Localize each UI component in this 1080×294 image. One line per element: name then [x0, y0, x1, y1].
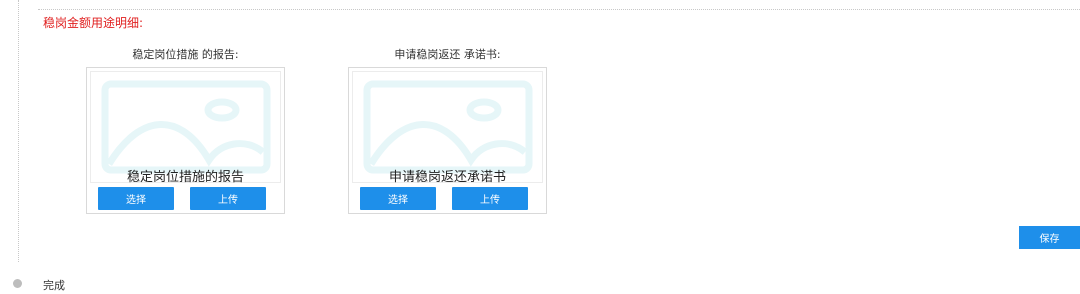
card-label-report: 稳定岗位措施 的报告:: [132, 48, 239, 61]
card-label-commitment: 申请稳岗返还 承诺书:: [394, 48, 501, 61]
section-title: 稳岗金额用途明细:: [43, 16, 144, 30]
timeline-line: [18, 0, 19, 262]
save-button[interactable]: 保存: [1019, 226, 1080, 249]
upload-button[interactable]: 上传: [452, 187, 528, 210]
section-divider: [38, 9, 1080, 10]
upload-card-commitment: 申请稳岗返还承诺书 选择 上传: [348, 67, 547, 214]
card-caption: 稳定岗位措施的报告: [126, 170, 244, 185]
timeline-step-label: 完成: [43, 279, 65, 292]
upload-card-report: 稳定岗位措施的报告 选择 上传: [86, 67, 285, 214]
card-caption: 申请稳岗返还承诺书: [388, 170, 506, 185]
select-button[interactable]: 选择: [98, 187, 174, 210]
timeline-step-dot: [13, 279, 22, 288]
upload-button[interactable]: 上传: [190, 187, 266, 210]
select-button[interactable]: 选择: [360, 187, 436, 210]
